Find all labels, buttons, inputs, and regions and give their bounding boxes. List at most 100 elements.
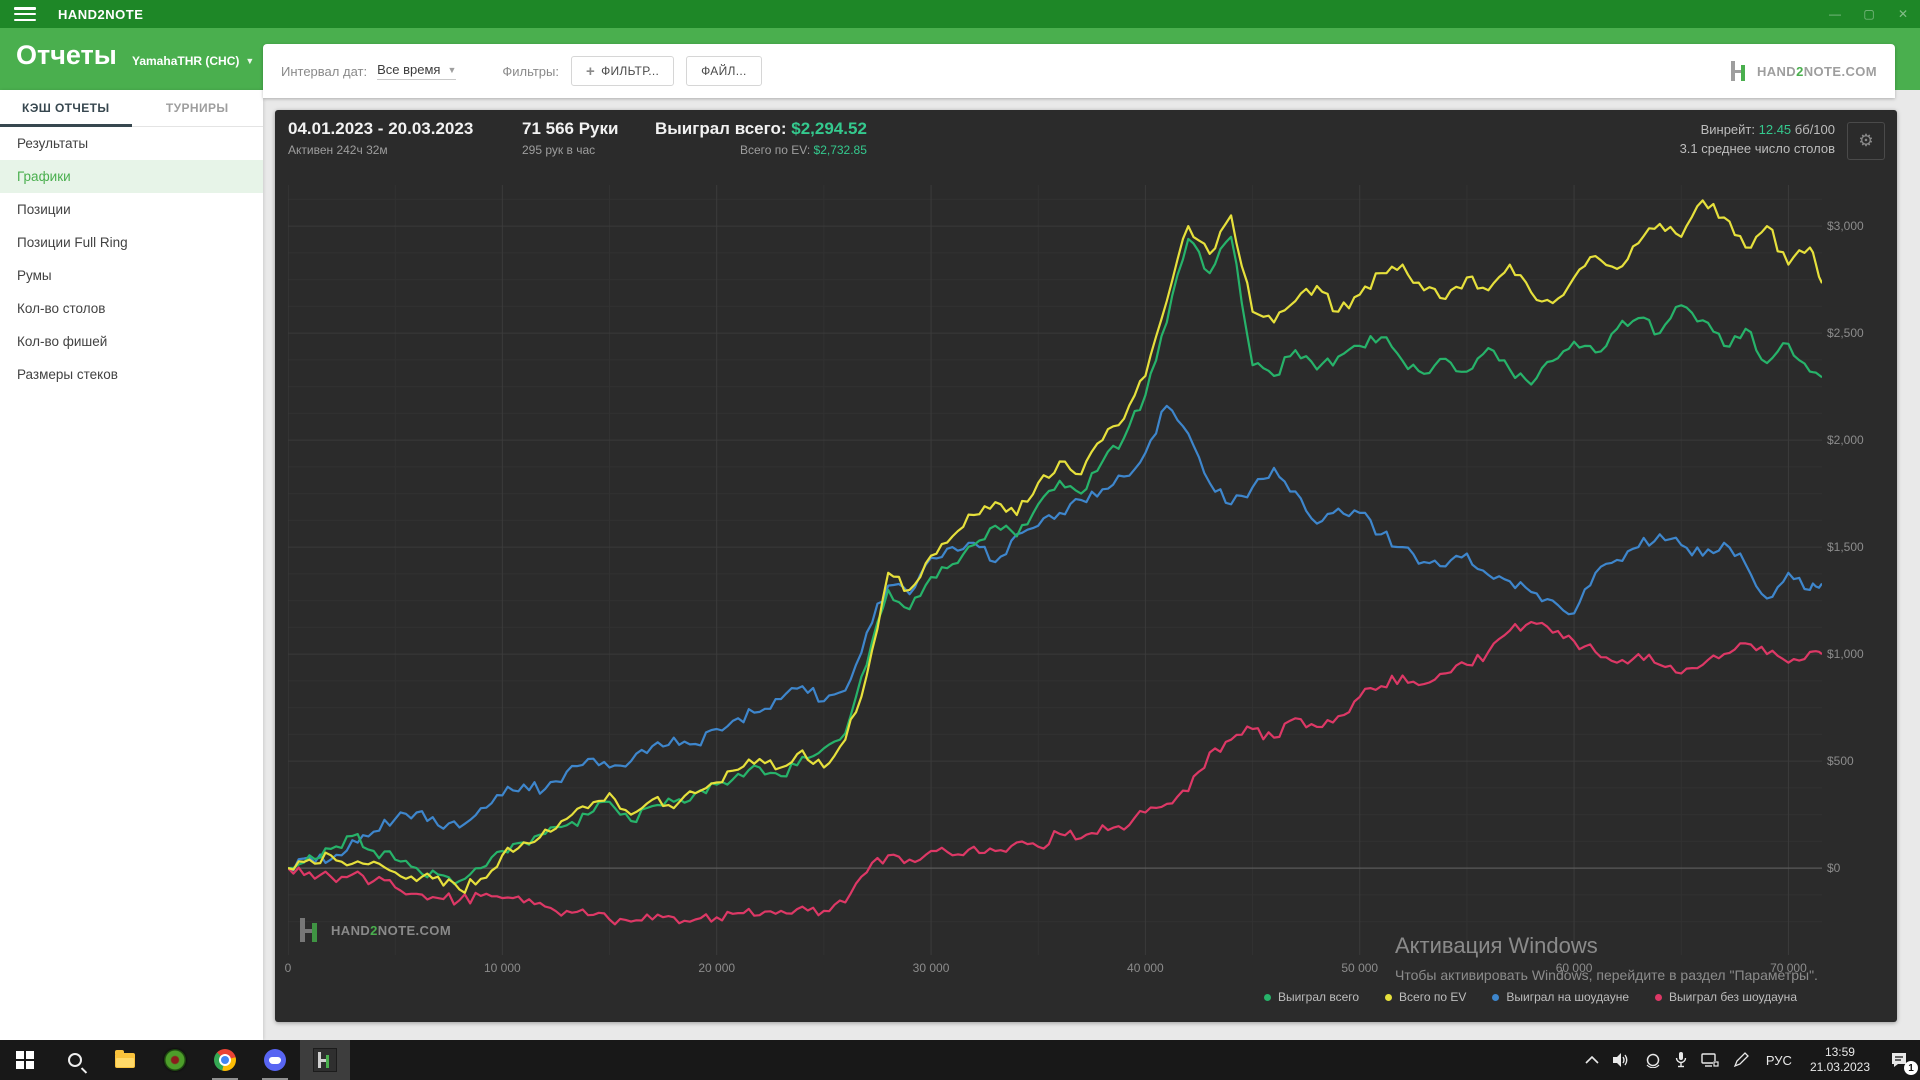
profile-selector[interactable]: YamahaTHR (CHC) ▼ bbox=[132, 54, 254, 68]
discord-icon bbox=[264, 1049, 286, 1071]
close-button[interactable]: ✕ bbox=[1886, 0, 1920, 28]
filters-label: Фильтры: bbox=[502, 64, 559, 79]
sidebar-item-позиции-full-ring[interactable]: Позиции Full Ring bbox=[0, 226, 263, 259]
file-explorer-button[interactable] bbox=[100, 1040, 150, 1080]
series-1 bbox=[288, 622, 1822, 924]
sidebar-item-румы[interactable]: Румы bbox=[0, 259, 263, 292]
hands-count: 71 566 Руки bbox=[522, 119, 618, 139]
legend-label: Выиграл без шоудауна bbox=[1669, 990, 1797, 1004]
hand2note-logo-icon bbox=[1729, 61, 1749, 81]
notification-badge: 1 bbox=[1904, 1061, 1918, 1075]
poker-app-icon bbox=[164, 1049, 186, 1071]
legend-item[interactable]: Всего по EV bbox=[1385, 990, 1466, 1004]
window-controls: — ▢ ✕ bbox=[1818, 0, 1920, 28]
hand2note-taskbar-button[interactable] bbox=[300, 1040, 350, 1080]
legend-item[interactable]: Выиграл на шоудауне bbox=[1492, 990, 1629, 1004]
winrate-line: Винрейт: 12.45 бб/100 bbox=[1680, 120, 1835, 139]
chart-watermark-text: HAND2NOTE.COM bbox=[331, 923, 451, 938]
legend-dot-icon bbox=[1655, 994, 1662, 1001]
series-0 bbox=[288, 406, 1822, 870]
won-total-label: Выиграл всего: bbox=[655, 119, 787, 138]
volume-icon[interactable] bbox=[1606, 1040, 1638, 1080]
sidebar-item-позиции[interactable]: Позиции bbox=[0, 193, 263, 226]
winrate-value: 12.45 bbox=[1759, 122, 1792, 137]
chart-settings-button[interactable]: ⚙ bbox=[1847, 122, 1885, 160]
profile-name: YamahaTHR (CHC) bbox=[132, 54, 239, 68]
chart-legend: Выиграл всего Всего по EV Выиграл на шоуда… bbox=[1264, 990, 1797, 1004]
winrate-block: Винрейт: 12.45 бб/100 3.1 среднее число … bbox=[1680, 120, 1835, 158]
chart-watermark-logo: HAND2NOTE.COM bbox=[298, 918, 451, 942]
x-tick-label: 40 000 bbox=[1127, 961, 1164, 975]
sidebar-items: РезультатыГрафикиПозицииПозиции Full Rin… bbox=[0, 127, 263, 391]
sidebar-tab-1[interactable]: ТУРНИРЫ bbox=[132, 90, 264, 126]
winnings-line-chart[interactable] bbox=[288, 185, 1822, 955]
ev-total-value: $2,732.85 bbox=[814, 143, 867, 157]
minimize-button[interactable]: — bbox=[1818, 0, 1852, 28]
date-interval-select[interactable]: Все время ▼ bbox=[377, 62, 456, 80]
microphone-icon[interactable] bbox=[1668, 1040, 1694, 1080]
discord-button[interactable] bbox=[250, 1040, 300, 1080]
legend-item[interactable]: Выиграл без шоудауна bbox=[1655, 990, 1797, 1004]
title-bar: HAND2NOTE — ▢ ✕ bbox=[0, 0, 1920, 28]
x-tick-label: 0 bbox=[285, 961, 292, 975]
date-range: 04.01.2023 - 20.03.2023 bbox=[288, 119, 473, 139]
add-filter-button[interactable]: + ФИЛЬТР... bbox=[571, 56, 674, 86]
winrate-label: Винрейт: bbox=[1701, 122, 1755, 137]
hidden-icons-button[interactable] bbox=[1578, 1040, 1606, 1080]
x-tick-label: 50 000 bbox=[1341, 961, 1378, 975]
sidebar-item-размеры-стеков[interactable]: Размеры стеков bbox=[0, 358, 263, 391]
stat-hands-block: 71 566 Руки 295 рук в час bbox=[522, 119, 618, 157]
legend-label: Всего по EV bbox=[1399, 990, 1466, 1004]
legend-item[interactable]: Выиграл всего bbox=[1264, 990, 1359, 1004]
sidebar-item-результаты[interactable]: Результаты bbox=[0, 127, 263, 160]
pen-icon[interactable] bbox=[1726, 1040, 1756, 1080]
x-tick-label: 20 000 bbox=[698, 961, 735, 975]
sidebar-item-кол-во-фишей[interactable]: Кол-во фишей bbox=[0, 325, 263, 358]
winrate-units: бб/100 bbox=[1795, 122, 1835, 137]
x-tick-label: 60 000 bbox=[1556, 961, 1593, 975]
search-button[interactable] bbox=[50, 1040, 100, 1080]
file-button[interactable]: ФАЙЛ... bbox=[686, 56, 761, 86]
toolbar: Интервал дат: Все время ▼ Фильтры: + ФИЛ… bbox=[263, 44, 1895, 98]
notifications-button[interactable]: 1 bbox=[1878, 1040, 1920, 1080]
sidebar-item-графики[interactable]: Графики bbox=[0, 160, 263, 193]
page-title: Отчеты bbox=[16, 40, 117, 71]
clock-time: 13:59 bbox=[1810, 1045, 1870, 1060]
date-interval-label: Интервал дат: bbox=[281, 64, 367, 79]
hand2note-logo: HAND2NOTE.COM bbox=[1729, 61, 1877, 81]
y-tick-label: $1,000 bbox=[1827, 647, 1897, 661]
date-interval-value: Все время bbox=[377, 62, 440, 77]
legend-dot-icon bbox=[1492, 994, 1499, 1001]
hand2note-app-icon bbox=[313, 1048, 337, 1072]
language-indicator[interactable]: РУС bbox=[1756, 1040, 1802, 1080]
folder-icon bbox=[115, 1053, 135, 1068]
x-tick-label: 10 000 bbox=[484, 961, 521, 975]
clock-date: 21.03.2023 bbox=[1810, 1060, 1870, 1075]
poker-app-button[interactable] bbox=[150, 1040, 200, 1080]
start-button[interactable] bbox=[0, 1040, 50, 1080]
ev-total: Всего по EV: $2,732.85 bbox=[655, 143, 867, 157]
series-2 bbox=[288, 237, 1822, 884]
chevron-down-icon: ▼ bbox=[447, 65, 456, 75]
sidebar-tab-0[interactable]: КЭШ ОТЧЕТЫ bbox=[0, 90, 132, 126]
clock[interactable]: 13:59 21.03.2023 bbox=[1802, 1040, 1878, 1080]
ev-total-label: Всего по EV: bbox=[740, 143, 810, 157]
recorder-icon[interactable] bbox=[1638, 1040, 1668, 1080]
sidebar-item-кол-во-столов[interactable]: Кол-во столов bbox=[0, 292, 263, 325]
maximize-button[interactable]: ▢ bbox=[1852, 0, 1886, 28]
network-icon[interactable] bbox=[1694, 1040, 1726, 1080]
avg-tables: 3.1 среднее число столов bbox=[1680, 139, 1835, 158]
hamburger-menu-icon[interactable] bbox=[14, 7, 36, 21]
sidebar: КЭШ ОТЧЕТЫТУРНИРЫ РезультатыГрафикиПозиц… bbox=[0, 90, 263, 1040]
report-chart-card: 04.01.2023 - 20.03.2023 Активен 242ч 32м… bbox=[275, 110, 1897, 1022]
chrome-button[interactable] bbox=[200, 1040, 250, 1080]
hand2note-logo-text: HAND2NOTE.COM bbox=[1757, 64, 1877, 79]
stat-date-range-block: 04.01.2023 - 20.03.2023 Активен 242ч 32м bbox=[288, 119, 473, 157]
y-tick-label: $2,500 bbox=[1827, 326, 1897, 340]
y-tick-label: $2,000 bbox=[1827, 433, 1897, 447]
file-button-label: ФАЙЛ... bbox=[701, 64, 746, 78]
gear-icon: ⚙ bbox=[1858, 131, 1873, 151]
y-tick-label: $3,000 bbox=[1827, 219, 1897, 233]
legend-label: Выиграл на шоудауне bbox=[1506, 990, 1629, 1004]
system-tray: РУС 13:59 21.03.2023 1 bbox=[1578, 1040, 1920, 1080]
